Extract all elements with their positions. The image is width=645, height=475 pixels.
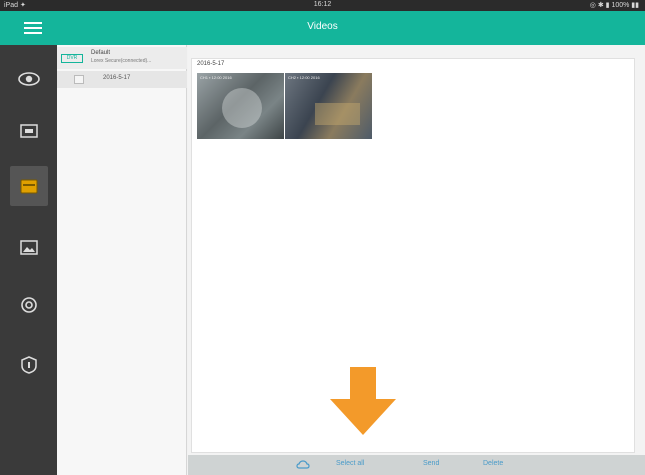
info-icon (21, 356, 37, 374)
video-thumbnail[interactable]: CH1 ▪ 12:00 2016 (197, 73, 284, 139)
date-item[interactable]: 2016-5-17 (57, 71, 187, 88)
sidebar-item-photos[interactable] (16, 235, 42, 259)
settings-icon (21, 297, 37, 313)
status-bar: iPad ✦ 16:12 ◎ ✱ ▮ 100% ▮▮ (0, 0, 645, 11)
down-arrow-icon (330, 367, 396, 435)
eye-icon (18, 72, 40, 86)
videos-content: 2016-5-17 CH1 ▪ 12:00 2016 CH2 ▪ 12:00 2… (188, 45, 645, 455)
sidebar-item-videos[interactable] (10, 166, 48, 206)
app-bar: Videos (0, 11, 645, 45)
sidebar-rail (0, 45, 57, 475)
device-name: Default (91, 50, 111, 56)
date-header: 2016-5-17 (197, 61, 225, 67)
status-battery: ◎ ✱ ▮ 100% ▮▮ (589, 2, 639, 9)
video-grid-panel: 2016-5-17 CH1 ▪ 12:00 2016 CH2 ▪ 12:00 2… (191, 58, 635, 453)
page-title: Videos (307, 21, 338, 32)
sidebar-item-playback[interactable] (16, 119, 42, 143)
playback-icon (20, 124, 38, 138)
bottom-action-bar: Select all Send Delete (188, 455, 645, 475)
date-item-label: 2016-5-17 (103, 75, 131, 81)
thumbnail-caption: CH1 ▪ 12:00 2016 (200, 75, 232, 80)
delete-button[interactable]: Delete (483, 460, 503, 467)
send-button[interactable]: Send (423, 460, 439, 467)
device-tree: DVR Default Lorex Secure(connected)... 2… (57, 45, 187, 475)
sidebar-item-settings[interactable] (16, 293, 42, 317)
device-badge: DVR (61, 54, 83, 63)
sidebar-item-info[interactable] (16, 353, 42, 377)
video-thumbnail[interactable]: CH2 ▪ 12:00 2016 (285, 73, 372, 139)
date-checkbox[interactable] (74, 75, 84, 84)
device-status: Lorex Secure(connected)... (91, 58, 152, 64)
device-item[interactable]: DVR Default Lorex Secure(connected)... (57, 47, 187, 69)
videos-folder-icon (20, 179, 38, 194)
select-all-button[interactable]: Select all (336, 460, 364, 467)
cloud-icon[interactable] (296, 458, 310, 472)
thumbnail-caption: CH2 ▪ 12:00 2016 (288, 75, 320, 80)
photos-icon (20, 239, 38, 255)
sidebar-item-live-view[interactable] (16, 67, 42, 91)
status-time: 16:12 (313, 1, 332, 8)
